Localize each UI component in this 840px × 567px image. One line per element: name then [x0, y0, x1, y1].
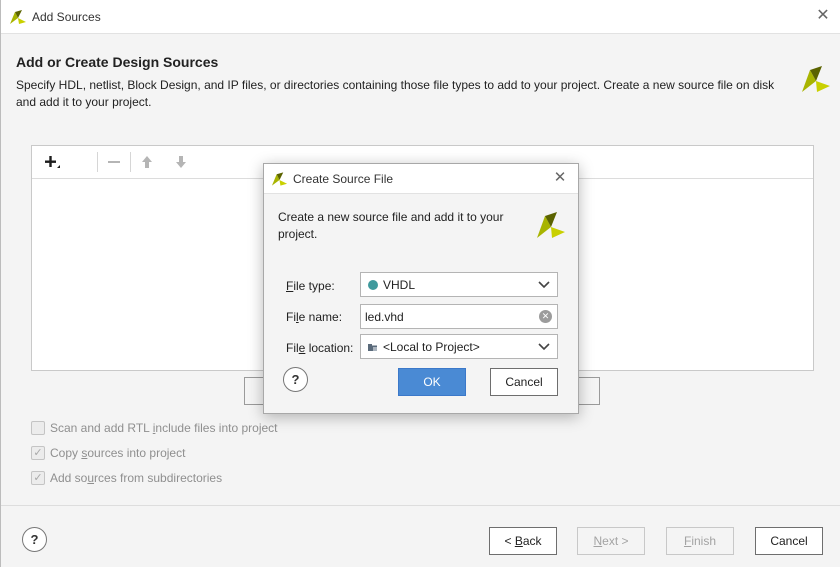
scan-rtl-checkbox[interactable] — [31, 421, 45, 435]
dialog-description: Create a new source file and add it to y… — [278, 210, 504, 241]
file-name-label: File name: — [286, 310, 343, 324]
copy-sources-label: Copy sources into project — [50, 446, 186, 460]
page-title: Add or Create Design Sources — [16, 54, 219, 70]
vhdl-file-icon — [368, 280, 378, 290]
arrow-up-icon — [142, 156, 152, 168]
create-source-file-dialog: Create Source File ✕ Create a new source… — [263, 163, 579, 414]
help-button[interactable]: ? — [22, 527, 47, 552]
arrow-down-icon — [176, 156, 186, 168]
move-up-button[interactable] — [136, 151, 158, 173]
plus-icon — [45, 156, 60, 168]
subdirectories-label: Add sources from subdirectories — [50, 471, 223, 485]
toolbar-separator — [130, 152, 131, 172]
window-close-icon[interactable]: ✕ — [813, 6, 833, 26]
window-titlebar: Add Sources ✕ — [1, 0, 840, 34]
next-button[interactable]: Next > — [577, 527, 645, 555]
minus-icon — [108, 161, 120, 163]
add-files-button[interactable] — [40, 151, 62, 173]
scan-rtl-label: Scan and add RTL include files into proj… — [50, 421, 278, 435]
file-type-label: File type: — [286, 279, 335, 293]
file-location-label: File location: — [286, 341, 354, 355]
vivado-large-logo-icon — [802, 66, 830, 92]
clear-icon[interactable]: ✕ — [539, 310, 552, 323]
folder-icon — [368, 344, 377, 351]
dialog-title: Create Source File — [293, 172, 394, 186]
ok-button[interactable]: OK — [398, 368, 466, 396]
file-location-value: <Local to Project> — [383, 340, 480, 354]
file-name-input[interactable]: led.vhd ✕ — [360, 304, 558, 329]
dialog-help-button[interactable]: ? — [283, 367, 308, 392]
vivado-large-logo-icon — [537, 212, 565, 238]
file-name-value: led.vhd — [365, 310, 404, 324]
subdirectories-checkbox[interactable]: ✓ — [31, 471, 45, 485]
footer-divider — [1, 505, 840, 506]
page-description: Specify HDL, netlist, Block Design, and … — [16, 78, 775, 109]
vivado-logo-icon — [271, 172, 288, 186]
file-type-select[interactable]: VHDL — [360, 272, 558, 297]
file-location-select[interactable]: <Local to Project> — [360, 334, 558, 359]
toolbar-separator — [97, 152, 98, 172]
create-file-button-behind[interactable] — [578, 377, 600, 405]
finish-button[interactable]: Finish — [666, 527, 734, 555]
copy-sources-checkbox[interactable]: ✓ — [31, 446, 45, 460]
dialog-cancel-button[interactable]: Cancel — [490, 368, 558, 396]
vivado-logo-icon — [10, 10, 26, 24]
chevron-down-icon — [538, 277, 550, 294]
dialog-titlebar: Create Source File ✕ — [264, 164, 578, 194]
move-down-button[interactable] — [170, 151, 192, 173]
dialog-close-icon[interactable]: ✕ — [550, 168, 570, 188]
file-type-value: VHDL — [383, 278, 416, 292]
back-button[interactable]: < Back — [489, 527, 557, 555]
window-title: Add Sources — [32, 10, 101, 24]
chevron-down-icon — [538, 339, 550, 356]
cancel-button[interactable]: Cancel — [755, 527, 823, 555]
remove-files-button[interactable] — [103, 151, 125, 173]
